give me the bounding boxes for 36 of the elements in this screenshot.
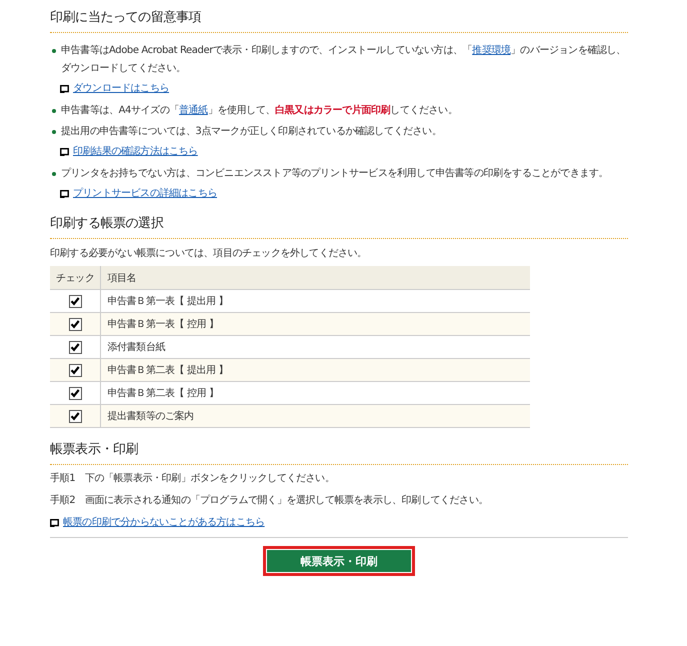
document-icon — [50, 519, 59, 527]
note-text: 申告書等は、A4サイズの「普通紙」を使用して、白黒又はカラーで片面印刷してください。 — [61, 104, 458, 118]
bullet-icon — [52, 130, 56, 134]
bullet-icon — [52, 49, 56, 53]
link[interactable]: 印刷結果の確認方法はこちら — [73, 144, 198, 160]
note-text: プリンタをお持ちでない方は、コンビニエンスストア等のプリントサービスを利用して申告書等の印刷をすることができます。 — [61, 166, 608, 181]
link[interactable]: プリントサービスの詳細はこちら — [73, 186, 218, 202]
link[interactable]: 普通紙 — [179, 105, 208, 116]
instruction-text: 印刷する必要がない帳票については、項目のチェックを外してください。 — [50, 246, 368, 260]
checkbox[interactable] — [68, 364, 82, 376]
checkbox[interactable] — [68, 318, 82, 330]
document-icon — [60, 85, 69, 93]
column-header: 項目名 — [100, 266, 530, 290]
print-button[interactable]: 帳票表示・印刷 — [263, 546, 415, 576]
step-text: 手順2 画面に表示される通知の「プログラムで開く」を選択して帳票を表示し、印刷してください。 — [50, 494, 489, 507]
note-text: 提出用の申告書等については、3点マークが正しく印刷されているか確認してください。 — [61, 124, 442, 139]
link[interactable]: 推奨環境 — [472, 45, 511, 56]
checkbox[interactable] — [68, 386, 82, 400]
table-cell: 申告書Ｂ第二表【 提出用 】 — [100, 358, 530, 382]
checkbox[interactable] — [68, 294, 82, 308]
bullet-icon — [52, 172, 56, 176]
step-text: 手順1 下の「帳票表示・印刷」ボタンをクリックしてください。 — [50, 472, 336, 485]
section-heading: 印刷する帳票の選択 — [50, 214, 628, 239]
checkbox[interactable] — [68, 410, 82, 422]
checkbox[interactable] — [68, 340, 82, 354]
section-heading: 帳票表示・印刷 — [50, 440, 628, 465]
link[interactable]: 帳票の印刷で分からないことがある方はこちら — [63, 515, 265, 531]
column-header: チェック — [50, 266, 101, 290]
note-text: 申告書等はAdobe Acrobat Readerで表示・印刷しますので、インストールしていない方は、「推奨環境」のバージョンを確認し、ダウンロードしてください。 — [61, 44, 627, 76]
link[interactable]: ダウンロードはこちら — [73, 81, 170, 97]
bullet-icon — [52, 109, 56, 113]
document-icon — [60, 190, 69, 198]
table-cell: 申告書Ｂ第一表【 控用 】 — [100, 312, 530, 336]
document-icon — [60, 148, 69, 156]
section-heading: 印刷に当たっての留意事項 — [50, 8, 628, 33]
table-cell: 提出書類等のご案内 — [100, 404, 530, 428]
